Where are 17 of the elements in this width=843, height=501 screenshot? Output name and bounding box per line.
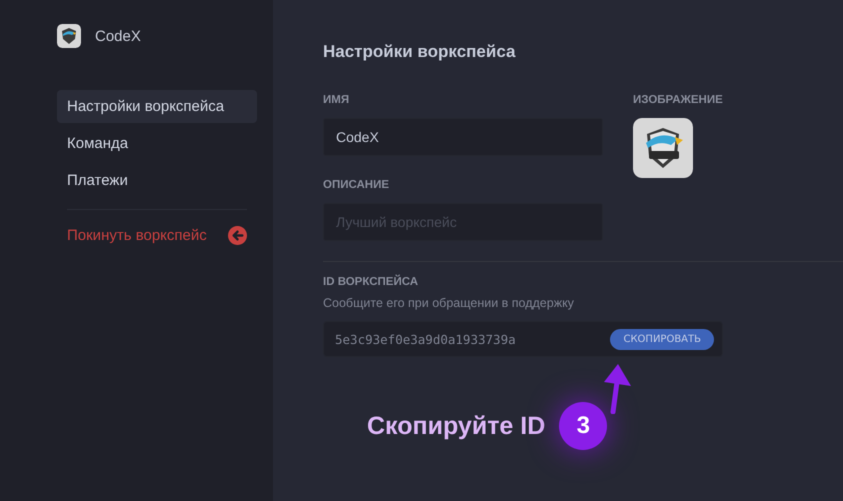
callout-text: Скопируйте ID: [367, 412, 546, 440]
name-input[interactable]: CodeX: [323, 118, 603, 156]
field-label: ИЗОБРАЖЕНИЕ: [633, 94, 723, 106]
field-label: ИМЯ: [323, 94, 350, 106]
eagle-logo-icon[interactable]: [633, 118, 693, 178]
eagle-logo-icon: [57, 24, 81, 48]
sidebar-item[interactable]: Настройки воркспейса: [57, 90, 257, 123]
section-label: ID ВОРКСПЕЙСА: [323, 276, 420, 288]
workspace-id: 5e3c93ef0e3a9d0a1933739a: [335, 332, 516, 346]
step-badge: 3: [559, 402, 608, 450]
hint-text: Сообщите его при обращении в поддержку: [323, 296, 575, 310]
workspace-name: CodeX: [95, 28, 141, 44]
sidebar-item[interactable]: Команда: [57, 127, 257, 160]
field-label: ОПИСАНИЕ: [323, 179, 390, 191]
copy-button[interactable]: СКОПИРОВАТЬ: [610, 328, 714, 350]
sidebar-item[interactable]: Платежи: [57, 164, 257, 197]
page-title: Настройки воркспейса: [323, 42, 516, 62]
